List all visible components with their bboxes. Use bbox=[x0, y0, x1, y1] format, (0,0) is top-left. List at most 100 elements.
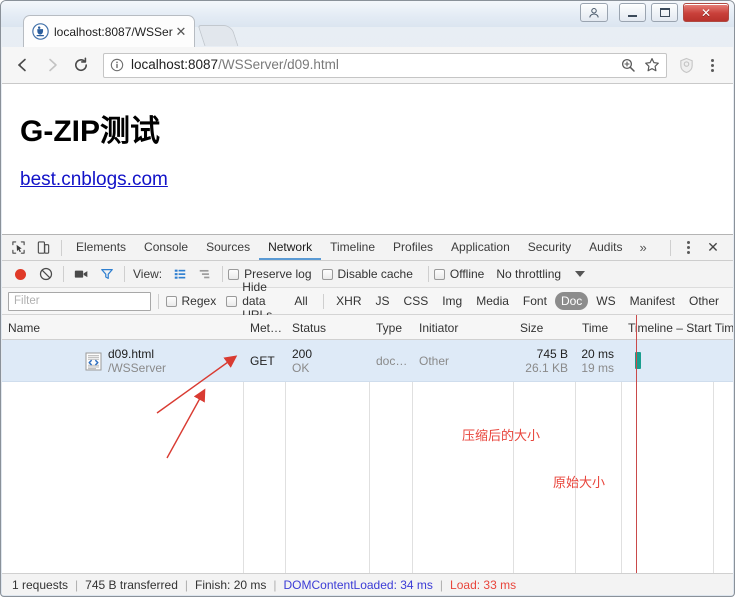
table-row[interactable]: d09.html /WSServer GET 200 OK doc… Other… bbox=[2, 340, 733, 382]
new-tab-button[interactable] bbox=[197, 25, 239, 46]
tab-title: localhost:8087/WSSer bbox=[54, 25, 173, 38]
more-tabs-button[interactable]: » bbox=[631, 240, 654, 255]
filter-type-all[interactable]: All bbox=[288, 292, 313, 310]
cell-timeline bbox=[622, 340, 733, 382]
zoom-magnifier-icon[interactable] bbox=[620, 57, 636, 73]
chrome-menu-button[interactable] bbox=[699, 52, 725, 78]
star-icon[interactable] bbox=[644, 57, 660, 73]
column-header-timeline[interactable]: Timeline – Start Time bbox=[622, 315, 733, 340]
regex-label: Regex bbox=[181, 294, 217, 308]
filter-type-css[interactable]: CSS bbox=[398, 292, 435, 310]
inspect-element-button[interactable] bbox=[6, 236, 31, 260]
size-transferred: 745 B bbox=[536, 347, 568, 361]
tab-timeline[interactable]: Timeline bbox=[321, 235, 384, 260]
extension-button[interactable] bbox=[673, 52, 699, 78]
time-total: 20 ms bbox=[581, 347, 614, 361]
tab-label: Security bbox=[527, 239, 572, 254]
page-link[interactable]: best.cnblogs.com bbox=[20, 169, 168, 191]
filter-type-other[interactable]: Other bbox=[683, 292, 725, 310]
info-circle-icon[interactable] bbox=[110, 58, 124, 72]
tab-close-icon[interactable]: ✕ bbox=[174, 25, 188, 38]
divider bbox=[124, 266, 125, 282]
cell-name[interactable]: d09.html /WSServer bbox=[2, 340, 243, 382]
network-status-bar: 1 requests | 745 B transferred | Finish:… bbox=[2, 573, 733, 595]
offline-checkbox[interactable]: Offline bbox=[433, 267, 484, 281]
filter-toggle-button[interactable] bbox=[94, 263, 119, 285]
disable-cache-label: Disable cache bbox=[337, 267, 413, 281]
devtools-close-button[interactable]: ✕ bbox=[701, 239, 725, 256]
cell-type: doc… bbox=[370, 340, 412, 382]
column-header-size[interactable]: Size bbox=[514, 315, 575, 340]
network-toolbar: View: Preserve log Disable cache Offline… bbox=[2, 261, 733, 288]
back-button[interactable] bbox=[10, 52, 36, 78]
filter-type-font[interactable]: Font bbox=[517, 292, 553, 310]
column-header-name[interactable]: Name bbox=[2, 315, 243, 340]
filter-type-js[interactable]: JS bbox=[370, 292, 396, 310]
filter-type-ws[interactable]: WS bbox=[590, 292, 621, 310]
tab-console[interactable]: Console bbox=[135, 235, 197, 260]
tab-label: Profiles bbox=[393, 239, 434, 254]
tab-label: Sources bbox=[206, 239, 251, 254]
capture-screenshots-button[interactable] bbox=[69, 263, 94, 285]
tab-security[interactable]: Security bbox=[519, 235, 580, 260]
column-header-initiator[interactable]: Initiator bbox=[413, 315, 513, 340]
request-path: /WSServer bbox=[107, 361, 166, 375]
divider bbox=[222, 266, 224, 282]
devtools-settings-button[interactable] bbox=[676, 236, 701, 260]
clear-button[interactable] bbox=[33, 263, 58, 285]
divider bbox=[670, 239, 671, 256]
address-bar[interactable]: localhost:8087/WSServer/d09.html bbox=[103, 52, 667, 78]
tab-network[interactable]: Network bbox=[259, 235, 322, 260]
column-header-time[interactable]: Time bbox=[576, 315, 621, 340]
time-latency: 19 ms bbox=[581, 361, 614, 375]
request-method: GET bbox=[250, 354, 275, 368]
filter-type-xhr[interactable]: XHR bbox=[330, 292, 367, 310]
search-input[interactable] bbox=[8, 291, 151, 311]
column-header-type[interactable]: Type bbox=[370, 315, 412, 340]
url-text[interactable]: localhost:8087/WSServer/d09.html bbox=[131, 58, 612, 72]
url-path: /WSServer/d09.html bbox=[218, 58, 339, 72]
tomcat-favicon-icon bbox=[32, 23, 49, 40]
tab-application[interactable]: Application bbox=[442, 235, 519, 260]
filter-type-doc[interactable]: Doc bbox=[554, 291, 589, 311]
reload-button[interactable] bbox=[68, 52, 94, 78]
browser-tab[interactable]: localhost:8087/WSSer ✕ bbox=[23, 15, 195, 47]
camera-icon bbox=[74, 270, 88, 278]
column-header-method[interactable]: Met… bbox=[244, 315, 285, 340]
tab-audits[interactable]: Audits bbox=[580, 235, 631, 260]
dom-content-loaded-time: DOMContentLoaded: 34 ms bbox=[283, 577, 433, 592]
filter-type-manifest[interactable]: Manifest bbox=[624, 292, 681, 310]
devtools-panel: Elements Console Sources Network Timelin… bbox=[2, 234, 733, 595]
filter-type-media[interactable]: Media bbox=[470, 292, 515, 310]
view-waterfall-button[interactable] bbox=[192, 263, 217, 285]
preserve-log-checkbox[interactable]: Preserve log bbox=[228, 267, 312, 281]
list-view-icon bbox=[174, 269, 185, 279]
compressed-size-annotation: 压缩后的大小 bbox=[462, 429, 541, 444]
separator: | bbox=[184, 577, 189, 592]
view-label: View: bbox=[133, 267, 163, 281]
record-button[interactable] bbox=[8, 263, 33, 285]
page-title: G-ZIP测试 bbox=[20, 115, 160, 148]
tab-label: Audits bbox=[589, 239, 623, 254]
throttling-select[interactable]: No throttling bbox=[496, 267, 561, 281]
filter-type-img[interactable]: Img bbox=[436, 292, 468, 310]
tab-elements[interactable]: Elements bbox=[67, 235, 135, 260]
view-list-button[interactable] bbox=[167, 263, 192, 285]
reload-icon bbox=[75, 57, 88, 72]
caret-down-icon[interactable] bbox=[575, 271, 586, 277]
tab-profiles[interactable]: Profiles bbox=[384, 235, 442, 260]
column-header-status[interactable]: Status bbox=[286, 315, 369, 340]
page-viewport: G-ZIP测试 best.cnblogs.com bbox=[2, 84, 733, 234]
preserve-log-label: Preserve log bbox=[244, 267, 312, 281]
disable-cache-checkbox[interactable]: Disable cache bbox=[321, 267, 413, 281]
tab-label: Elements bbox=[76, 239, 127, 254]
divider bbox=[158, 293, 159, 309]
checkbox-box bbox=[226, 295, 238, 307]
request-type: doc… bbox=[376, 354, 408, 368]
tab-sources[interactable]: Sources bbox=[197, 235, 259, 260]
forward-button[interactable] bbox=[39, 52, 65, 78]
device-toolbar-button[interactable] bbox=[31, 236, 56, 260]
status-text: OK bbox=[292, 361, 310, 375]
regex-checkbox[interactable]: Regex bbox=[165, 294, 217, 308]
chrome-menu-icon bbox=[710, 58, 714, 72]
